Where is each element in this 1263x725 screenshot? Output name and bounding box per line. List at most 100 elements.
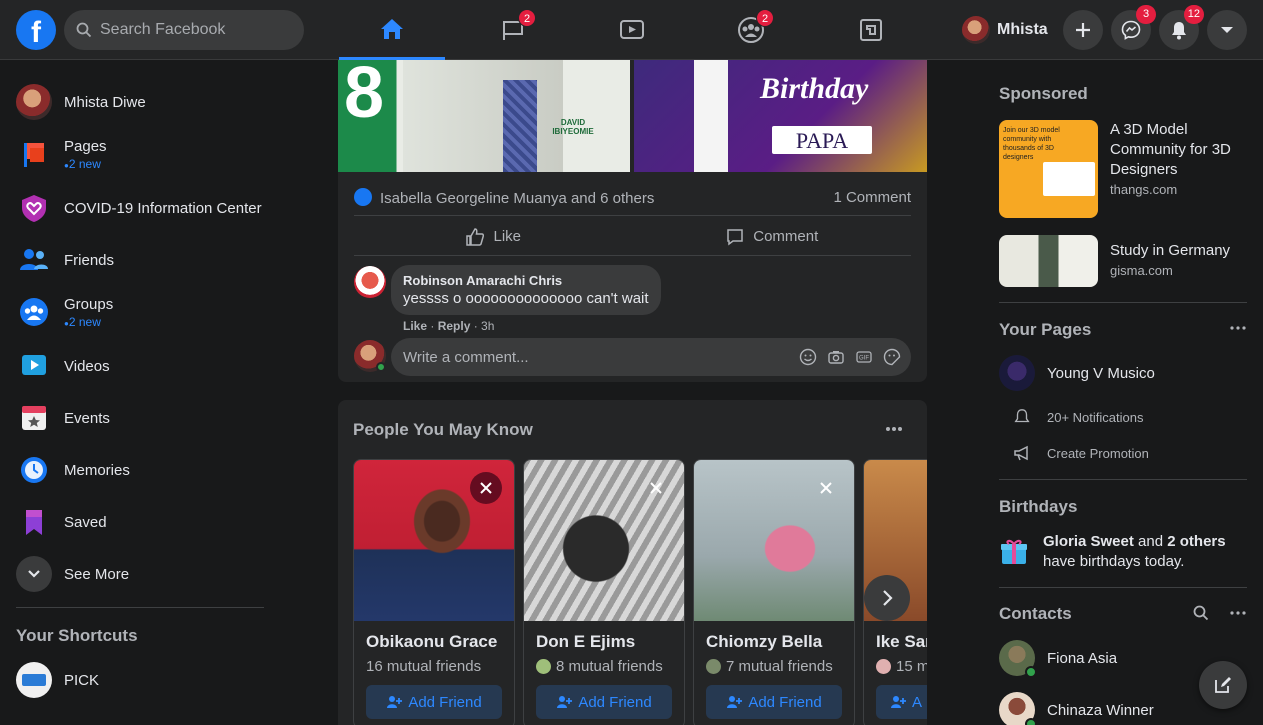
more-options-button[interactable]: [876, 414, 912, 444]
notifications-button[interactable]: 12: [1159, 5, 1204, 50]
contact-item[interactable]: Fiona Asia: [999, 640, 1118, 678]
sidebar-item-label: Mhista Diwe: [64, 93, 146, 111]
remove-suggestion-button[interactable]: [640, 472, 672, 504]
commenter-avatar[interactable]: [354, 266, 386, 298]
search-icon: [76, 22, 92, 38]
post-image-2[interactable]: Birthday PAPA: [634, 60, 927, 172]
create-button[interactable]: [1063, 10, 1103, 50]
sidebar-item-covid[interactable]: COVID-19 Information Center: [16, 186, 272, 230]
comment-time[interactable]: 3h: [481, 319, 494, 333]
profile-name: Mhista: [997, 21, 1048, 38]
mutual-friends[interactable]: 16 mutual friends: [366, 658, 481, 675]
next-suggestions-button[interactable]: [864, 575, 910, 621]
gif-icon[interactable]: GIF: [855, 348, 873, 366]
comment-like-link[interactable]: Like: [403, 319, 427, 333]
person-name[interactable]: Ike Sar: [876, 632, 927, 652]
tab-groups[interactable]: 2: [698, 0, 804, 60]
birthday-others[interactable]: 2 others: [1167, 533, 1225, 550]
facebook-logo[interactable]: f: [16, 10, 56, 50]
page-item[interactable]: Young V Musico: [999, 355, 1155, 391]
sidebar-item-events[interactable]: Events: [16, 396, 272, 440]
feed-post: 8 DAVID IBIYEOMIE Birthday PAPA Isabella…: [338, 60, 927, 382]
like-reaction-icon: [354, 188, 372, 206]
groups-icon: [16, 294, 52, 330]
sidebar-item-saved[interactable]: Saved: [16, 500, 272, 544]
sticker-icon[interactable]: [883, 348, 901, 366]
bell-icon: [1172, 22, 1186, 40]
post-image-1[interactable]: 8 DAVID IBIYEOMIE: [338, 60, 630, 172]
add-friend-button[interactable]: Add Friend: [536, 685, 672, 719]
birthdays-item[interactable]: Gloria Sweet and 2 others have birthdays…: [999, 532, 1243, 572]
page-notifications-link[interactable]: 20+ Notifications: [1013, 408, 1143, 426]
mutual-friends[interactable]: 8 mutual friends: [536, 658, 663, 675]
add-friend-icon: [557, 696, 573, 708]
comment-button[interactable]: Comment: [633, 218, 912, 255]
image-papa-text: PAPA: [795, 128, 849, 153]
contacts-more-button[interactable]: [1223, 601, 1253, 625]
sidebar-item-memories[interactable]: Memories: [16, 448, 272, 492]
comment-author[interactable]: Robinson Amarachi Chris: [403, 273, 649, 288]
tab-watch[interactable]: [579, 0, 685, 60]
write-comment-box[interactable]: GIF: [391, 338, 911, 376]
account-menu-button[interactable]: [1207, 10, 1247, 50]
sidebar-item-see-more[interactable]: See More: [16, 552, 272, 596]
your-pages-heading: Your Pages: [999, 320, 1092, 339]
search-input[interactable]: [100, 21, 290, 39]
sidebar-item-friends[interactable]: Friends: [16, 238, 272, 282]
add-friend-icon: [891, 696, 906, 708]
sidebar-item-new-count: 2 new: [64, 315, 113, 329]
shortcut-item-pick[interactable]: PICK: [16, 658, 272, 702]
tab-gaming[interactable]: [818, 0, 924, 60]
sidebar-item-pages[interactable]: Pages 2 new: [16, 132, 272, 176]
tab-home[interactable]: [339, 0, 445, 60]
image-number-graphic: 8: [344, 60, 385, 133]
messenger-button[interactable]: 3: [1111, 5, 1156, 50]
tab-pages[interactable]: 2: [460, 0, 566, 60]
like-button[interactable]: Like: [354, 218, 633, 255]
person-name[interactable]: Obikaonu Grace: [366, 632, 497, 652]
contact-avatar: [999, 640, 1037, 678]
remove-suggestion-button[interactable]: [810, 472, 842, 504]
mutual-friends[interactable]: 7 mutual friends: [706, 658, 833, 675]
more-dots-icon: [1230, 326, 1246, 330]
more-dots-icon: [886, 427, 902, 431]
search-box[interactable]: [64, 10, 304, 50]
person-card[interactable]: Don E Ejims 8 mutual friends Add Friend: [523, 459, 685, 725]
person-name[interactable]: Chiomzy Bella: [706, 632, 822, 652]
mutual-friend-avatar: [876, 659, 891, 674]
divider: [16, 607, 264, 608]
pages-more-button[interactable]: [1223, 316, 1253, 340]
ad-image[interactable]: Join our 3D model community with thousan…: [999, 120, 1098, 218]
camera-icon[interactable]: [827, 348, 845, 366]
contact-item[interactable]: Chinaza Winner: [999, 692, 1154, 725]
create-promotion-link[interactable]: Create Promotion: [1013, 444, 1149, 462]
sponsored-ad[interactable]: Join our 3D model community with thousan…: [999, 120, 1249, 218]
reactions-summary[interactable]: Isabella Georgeline Muanya and 6 others: [354, 188, 654, 207]
comments-count[interactable]: 1 Comment: [833, 189, 911, 206]
mutual-friends[interactable]: 15 m: [876, 658, 927, 675]
sidebar-item-videos[interactable]: Videos: [16, 344, 272, 388]
sidebar-item-groups[interactable]: Groups 2 new: [16, 290, 272, 334]
person-name[interactable]: Don E Ejims: [536, 632, 635, 652]
contact-name: Fiona Asia: [1047, 649, 1118, 667]
remove-suggestion-button[interactable]: [470, 472, 502, 504]
add-friend-button[interactable]: Add Friend: [366, 685, 502, 719]
emoji-icon[interactable]: [799, 348, 817, 366]
add-friend-button[interactable]: A: [876, 685, 927, 719]
profile-chip[interactable]: Mhista: [958, 12, 1054, 48]
sidebar-item-label: PICK: [64, 671, 100, 689]
contacts-search-button[interactable]: [1186, 601, 1216, 625]
sponsored-heading: Sponsored: [999, 84, 1088, 103]
add-friend-button[interactable]: Add Friend: [706, 685, 842, 719]
birthday-name[interactable]: Gloria Sweet: [1043, 533, 1134, 550]
person-card[interactable]: Obikaonu Grace 16 mutual friends Add Fri…: [353, 459, 515, 725]
comment-input[interactable]: [403, 348, 783, 366]
calendar-icon: [16, 400, 52, 436]
person-card[interactable]: Chiomzy Bella 7 mutual friends Add Frien…: [693, 459, 855, 725]
sidebar-item-label: Videos: [64, 357, 110, 375]
sponsored-ad[interactable]: Study in Germany gisma.com: [999, 235, 1249, 287]
new-message-button[interactable]: [1199, 661, 1247, 709]
ad-image[interactable]: [999, 235, 1098, 287]
comment-reply-link[interactable]: Reply: [438, 319, 471, 333]
sidebar-item-profile[interactable]: Mhista Diwe: [16, 80, 272, 124]
